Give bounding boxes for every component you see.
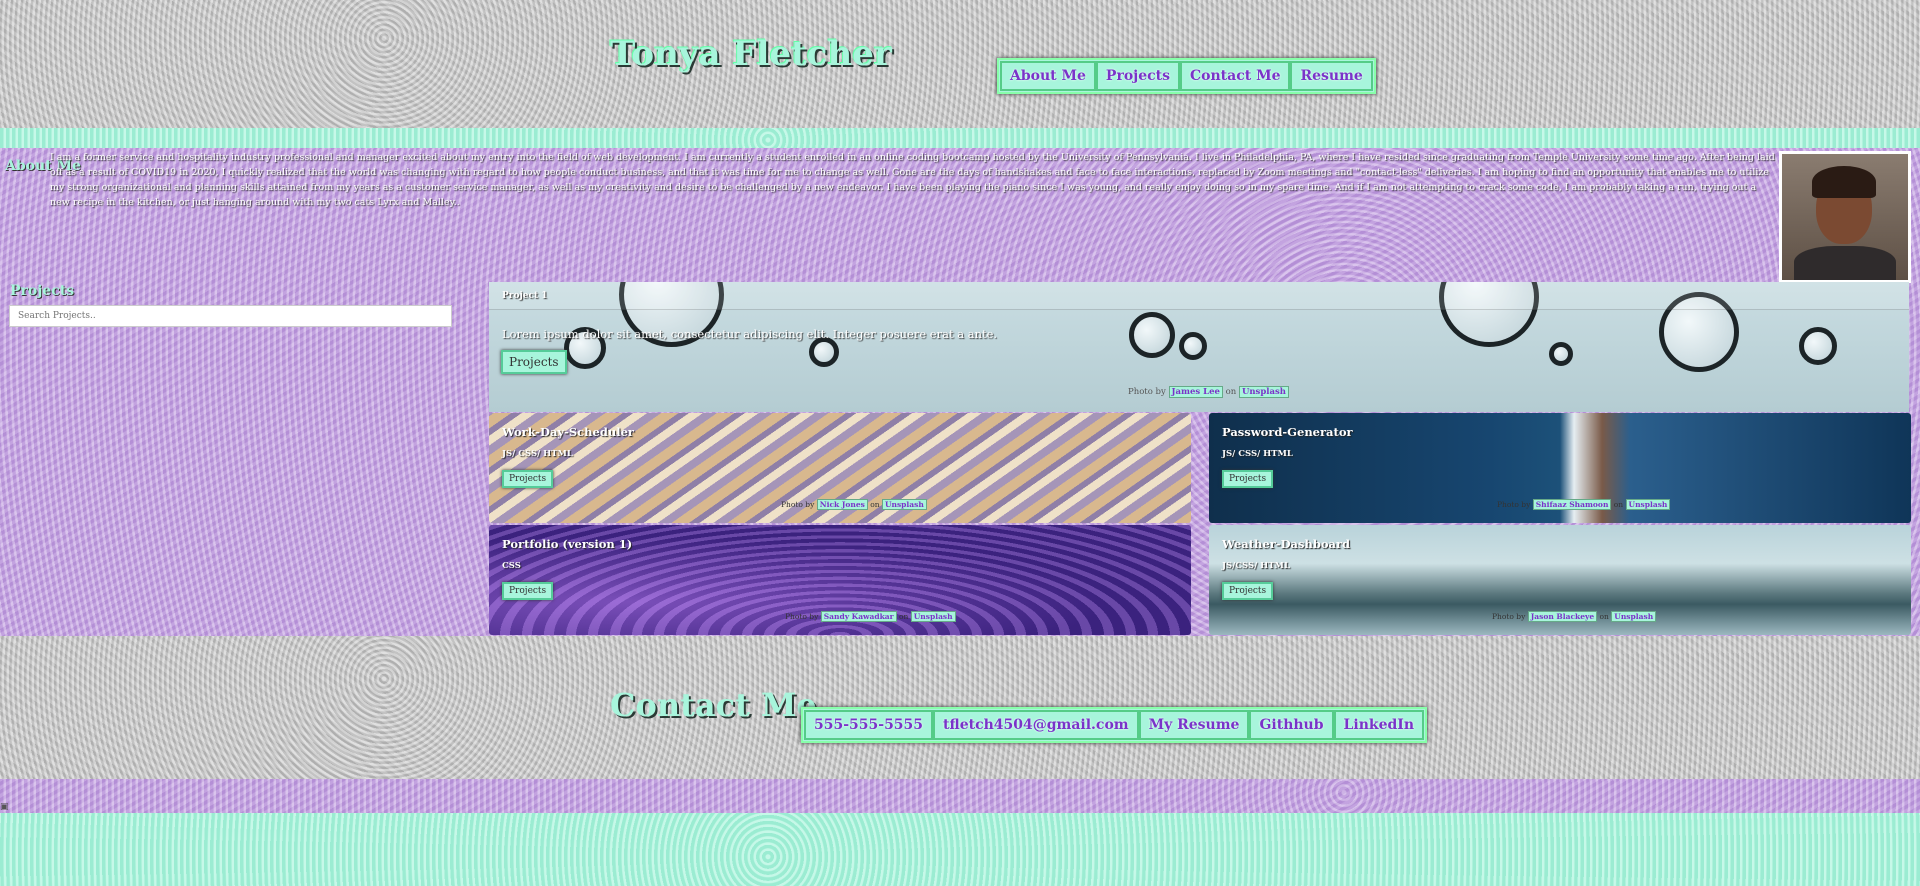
credit-site-link[interactable]: Unsplash: [1238, 386, 1289, 398]
footer-mint-band: [0, 813, 1920, 886]
credit-author-link[interactable]: James Lee: [1168, 386, 1223, 398]
credit-site-link[interactable]: Unsplash: [1625, 499, 1671, 510]
credit-author-link[interactable]: Sandy Kawadkar: [820, 611, 897, 622]
card-tech: JS/ CSS/ HTML: [1222, 449, 1293, 459]
credit-author-link[interactable]: Shifaaz Shamoon: [1532, 499, 1612, 510]
nav-resume[interactable]: Resume: [1290, 61, 1373, 91]
credit-on: on: [1599, 612, 1609, 621]
card-title: Work-Day-Scheduler: [502, 425, 634, 439]
about-text: I am a former service and hospitality in…: [50, 152, 1775, 208]
card-projects-button[interactable]: Projects: [502, 582, 554, 600]
credit-prefix: Photo by: [1497, 500, 1531, 509]
featured-project-card: Project 1 Lorem ipsum dolor sit amet, co…: [489, 282, 1909, 412]
credit-prefix: Photo by: [1492, 612, 1526, 621]
card-tech: JS/ CSS/ HTML: [502, 449, 573, 459]
projects-heading: Projects: [10, 283, 75, 299]
photo-credit: Photo by James Lee on Unsplash: [1128, 386, 1289, 398]
credit-on: on: [899, 612, 909, 621]
credit-author-link[interactable]: Jason Blackeye: [1527, 611, 1598, 622]
featured-projects-button[interactable]: Projects: [501, 350, 567, 374]
card-projects-button[interactable]: Projects: [1222, 582, 1274, 600]
nav-about-me[interactable]: About Me: [1000, 61, 1096, 91]
site-title: Tonya Fletcher: [610, 34, 892, 74]
nav-projects[interactable]: Projects: [1095, 61, 1181, 91]
card-title: Portfolio (version 1): [502, 537, 633, 551]
nav-contact-me[interactable]: Contact Me: [1180, 61, 1291, 91]
main-nav: About Me Projects Contact Me Resume: [997, 58, 1376, 94]
featured-card-text: Lorem ipsum dolor sit amet, consectetur …: [502, 327, 998, 341]
card-projects-button[interactable]: Projects: [1222, 470, 1274, 488]
photo-credit: Photo by Shifaaz Shamoon on Unsplash: [1497, 499, 1671, 510]
contact-links: 555-555-5555 tfletch4504@gmail.com My Re…: [801, 707, 1427, 743]
broken-image-icon: ▣: [0, 802, 9, 812]
credit-prefix: Photo by: [1128, 387, 1166, 397]
contact-title: Contact Me: [610, 686, 817, 724]
project-card-portfolio: Portfolio (version 1) CSS Projects Photo…: [489, 525, 1191, 635]
credit-site-link[interactable]: Unsplash: [910, 611, 956, 622]
credit-author-link[interactable]: Nick Jones: [816, 499, 868, 510]
contact-linkedin-link[interactable]: LinkedIn: [1333, 710, 1424, 740]
site-header: Tonya Fletcher About Me Projects Contact…: [0, 0, 1920, 128]
card-tech: JS/CSS/ HTML: [1222, 561, 1290, 571]
search-projects-input[interactable]: [9, 305, 452, 327]
photo-credit: Photo by Sandy Kawadkar on Unsplash: [785, 611, 956, 622]
card-title: Password-Generator: [1222, 425, 1353, 439]
card-projects-button[interactable]: Projects: [502, 470, 554, 488]
contact-email-link[interactable]: tfletch4504@gmail.com: [933, 710, 1139, 740]
featured-card-header: Project 1: [489, 282, 1909, 310]
project-card-weather-dashboard: Weather-Dashboard JS/CSS/ HTML Projects …: [1209, 525, 1911, 635]
contact-phone-link[interactable]: 555-555-5555: [804, 710, 934, 740]
contact-resume-link[interactable]: My Resume: [1138, 710, 1250, 740]
contact-github-link[interactable]: Githhub: [1249, 710, 1334, 740]
project-card-password-generator: Password-Generator JS/ CSS/ HTML Project…: [1209, 413, 1911, 523]
mint-divider: [0, 128, 1920, 148]
credit-site-link[interactable]: Unsplash: [881, 499, 927, 510]
photo-credit: Photo by Jason Blackeye on Unsplash: [1492, 611, 1657, 622]
card-title: Weather-Dashboard: [1222, 537, 1351, 551]
footer-purple-band: [0, 779, 1920, 813]
photo-credit: Photo by Nick Jones on Unsplash: [781, 499, 927, 510]
profile-photo: [1779, 151, 1911, 283]
credit-on: on: [870, 500, 880, 509]
card-tech: CSS: [502, 561, 521, 571]
project-card-work-day-scheduler: Work-Day-Scheduler JS/ CSS/ HTML Project…: [489, 413, 1191, 523]
credit-prefix: Photo by: [781, 500, 815, 509]
credit-on: on: [1225, 387, 1237, 397]
credit-site-link[interactable]: Unsplash: [1611, 611, 1657, 622]
credit-prefix: Photo by: [785, 612, 819, 621]
credit-on: on: [1613, 500, 1624, 509]
